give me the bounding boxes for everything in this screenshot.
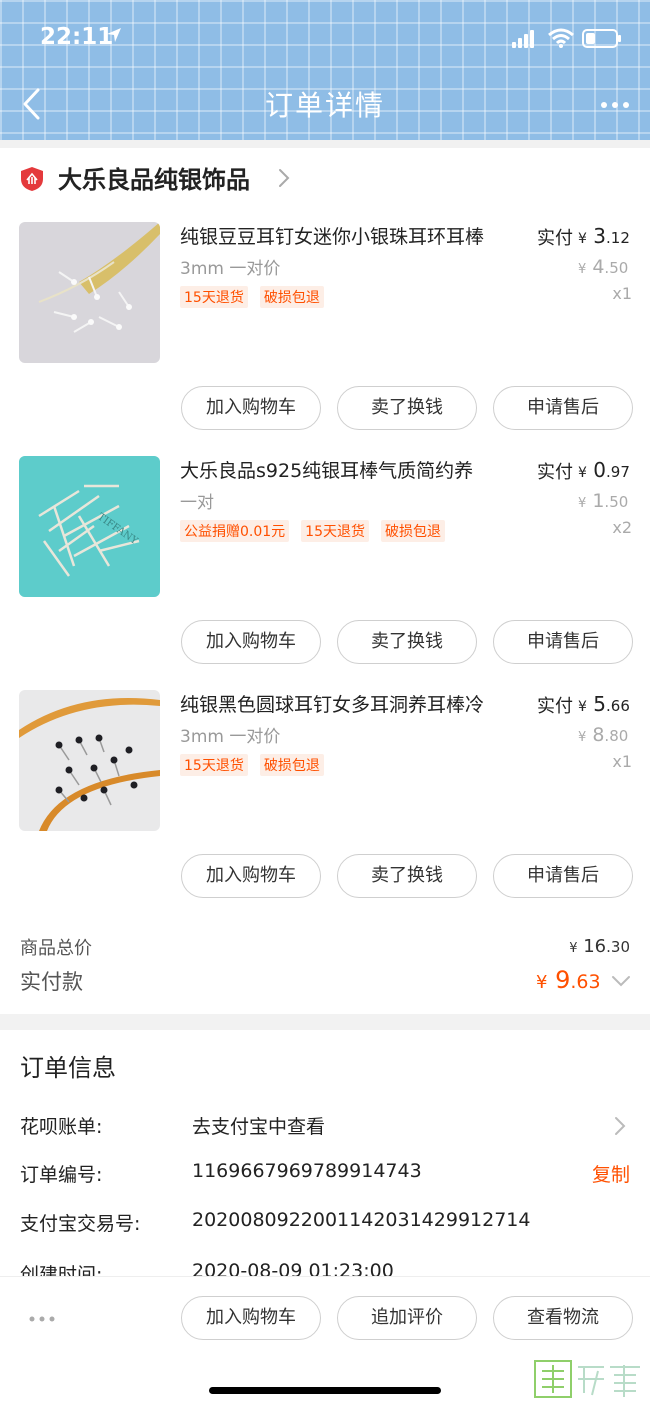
info-label: 花呗账单: <box>20 1116 103 1138</box>
watermark-logo <box>534 1360 640 1398</box>
original-price: ¥ 1.50 <box>578 490 629 512</box>
chevron-right-icon <box>615 1117 626 1135</box>
info-label: 订单编号: <box>20 1164 103 1186</box>
item-quantity: x1 <box>612 752 632 771</box>
wifi-icon <box>548 28 574 48</box>
paid-price: ¥ 3.12 <box>578 224 630 248</box>
after-sales-button[interactable]: 申请售后 <box>493 854 633 898</box>
service-tag: 15天退货 <box>180 754 248 776</box>
product-thumbnail[interactable]: TIFFANY <box>19 456 160 597</box>
paid-total-value: ¥ 9.63 <box>536 966 601 994</box>
order-number-row: 订单编号: 1169667969789914743 复制 <box>0 1160 650 1194</box>
resell-button[interactable]: 卖了换钱 <box>337 854 477 898</box>
add-to-cart-button[interactable]: 加入购物车 <box>181 386 321 430</box>
shop-name-link[interactable]: 大乐良品纯银饰品 <box>58 160 250 195</box>
order-info-title: 订单信息 <box>20 1054 116 1082</box>
more-dots-icon[interactable] <box>28 1315 56 1323</box>
cellular-signal-icon <box>512 30 534 48</box>
add-to-cart-button[interactable]: 加入购物车 <box>181 1296 321 1340</box>
service-tag: 15天退货 <box>180 286 248 308</box>
resell-button[interactable]: 卖了换钱 <box>337 620 477 664</box>
service-tag: 破损包退 <box>381 520 445 542</box>
item-title[interactable]: 大乐良品s925纯银耳棒气质简约养 <box>180 456 515 483</box>
shop-badge-icon <box>21 167 43 191</box>
order-item: TIFFANY 大乐良品s925纯银耳棒气质简约养 一对 公益捐赠0.01元 1… <box>0 456 650 690</box>
alipay-trade-row: 支付宝交易号: 2020080922001142031429912714 <box>0 1209 650 1243</box>
after-sales-button[interactable]: 申请售后 <box>493 620 633 664</box>
service-tag: 破损包退 <box>259 754 324 776</box>
paid-price: ¥ 5.66 <box>578 692 630 716</box>
section-divider <box>0 140 650 148</box>
page-title: 订单详情 <box>264 89 385 122</box>
location-arrow-icon <box>107 28 121 42</box>
paid-total-label: 实付款 <box>20 970 83 994</box>
status-time: 22:11 <box>40 24 114 50</box>
chevron-right-icon[interactable] <box>278 168 290 188</box>
service-tag: 公益捐赠0.01元 <box>180 520 290 542</box>
alipay-trade-number: 2020080922001142031429912714 <box>192 1209 531 1231</box>
paid-label: 实付 <box>537 228 573 249</box>
chevron-down-icon[interactable] <box>611 974 631 988</box>
item-sku: 3mm 一对价 <box>180 259 281 279</box>
item-tags: 15天退货 破损包退 <box>180 286 324 308</box>
item-quantity: x2 <box>612 518 632 537</box>
paid-label: 实付 <box>537 462 573 483</box>
bottom-action-bar: 加入购物车 追加评价 查看物流 <box>0 1276 650 1406</box>
nav-header: 22:11 订单详情 <box>0 0 650 140</box>
order-number: 1169667969789914743 <box>192 1160 422 1182</box>
goods-total-label: 商品总价 <box>20 938 92 959</box>
add-review-button[interactable]: 追加评价 <box>337 1296 477 1340</box>
battery-icon <box>582 29 621 48</box>
product-thumbnail[interactable] <box>19 690 160 831</box>
original-price: ¥ 8.80 <box>578 724 629 746</box>
order-item: 纯银豆豆耳钉女迷你小银珠耳环耳棒 3mm 一对价 15天退货 破损包退 实付 ¥… <box>0 222 650 456</box>
order-item: 纯银黑色圆球耳钉女多耳洞养耳棒冷 3mm 一对价 15天退货 破损包退 实付 ¥… <box>0 690 650 924</box>
huabei-bill-row[interactable]: 花呗账单: 去支付宝中查看 <box>0 1112 650 1146</box>
more-dots-icon[interactable] <box>600 100 630 110</box>
original-price: ¥ 4.50 <box>578 256 629 278</box>
section-divider <box>0 1014 650 1030</box>
item-title[interactable]: 纯银豆豆耳钉女迷你小银珠耳环耳棒 <box>180 222 515 249</box>
paid-label: 实付 <box>537 696 573 717</box>
item-sku: 3mm 一对价 <box>180 727 281 747</box>
add-to-cart-button[interactable]: 加入购物车 <box>181 620 321 664</box>
info-value: 去支付宝中查看 <box>192 1116 326 1138</box>
resell-button[interactable]: 卖了换钱 <box>337 386 477 430</box>
service-tag: 15天退货 <box>301 520 369 542</box>
paid-price: ¥ 0.97 <box>578 458 630 482</box>
after-sales-button[interactable]: 申请售后 <box>493 386 633 430</box>
add-to-cart-button[interactable]: 加入购物车 <box>181 854 321 898</box>
copy-button[interactable]: 复制 <box>592 1160 630 1187</box>
goods-total-value: ¥ 16.30 <box>569 936 630 957</box>
item-tags: 15天退货 破损包退 <box>180 754 324 776</box>
item-quantity: x1 <box>612 284 632 303</box>
item-title[interactable]: 纯银黑色圆球耳钉女多耳洞养耳棒冷 <box>180 690 515 717</box>
service-tag: 破损包退 <box>259 286 324 308</box>
view-logistics-button[interactable]: 查看物流 <box>493 1296 633 1340</box>
home-indicator[interactable] <box>209 1387 441 1394</box>
item-sku: 一对 <box>180 493 214 513</box>
item-tags: 公益捐赠0.01元 15天退货 破损包退 <box>180 520 445 542</box>
product-thumbnail[interactable] <box>19 222 160 363</box>
info-label: 支付宝交易号: <box>20 1213 141 1235</box>
